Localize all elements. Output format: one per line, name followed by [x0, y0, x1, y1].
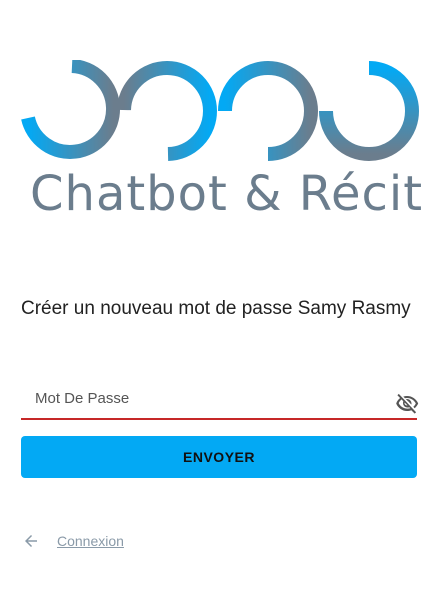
login-link[interactable]: Connexion	[57, 533, 124, 549]
password-input[interactable]	[21, 380, 385, 416]
logo-rings-graphic	[21, 60, 419, 161]
logo-ring-2	[117, 61, 217, 161]
logo-ring-4	[319, 61, 419, 161]
logo-ring-3	[218, 61, 318, 161]
submit-button[interactable]: ENVOYER	[21, 436, 417, 478]
logo-ring-1	[21, 60, 121, 159]
password-field	[21, 380, 419, 420]
page-title: Créer un nouveau mot de passe Samy Rasmy	[21, 298, 411, 319]
visibility-off-icon[interactable]	[395, 392, 419, 416]
back-to-login: Connexion	[22, 530, 124, 552]
brand-name: Chatbot & Récit	[30, 166, 424, 222]
arrow-left-icon[interactable]	[22, 532, 40, 550]
